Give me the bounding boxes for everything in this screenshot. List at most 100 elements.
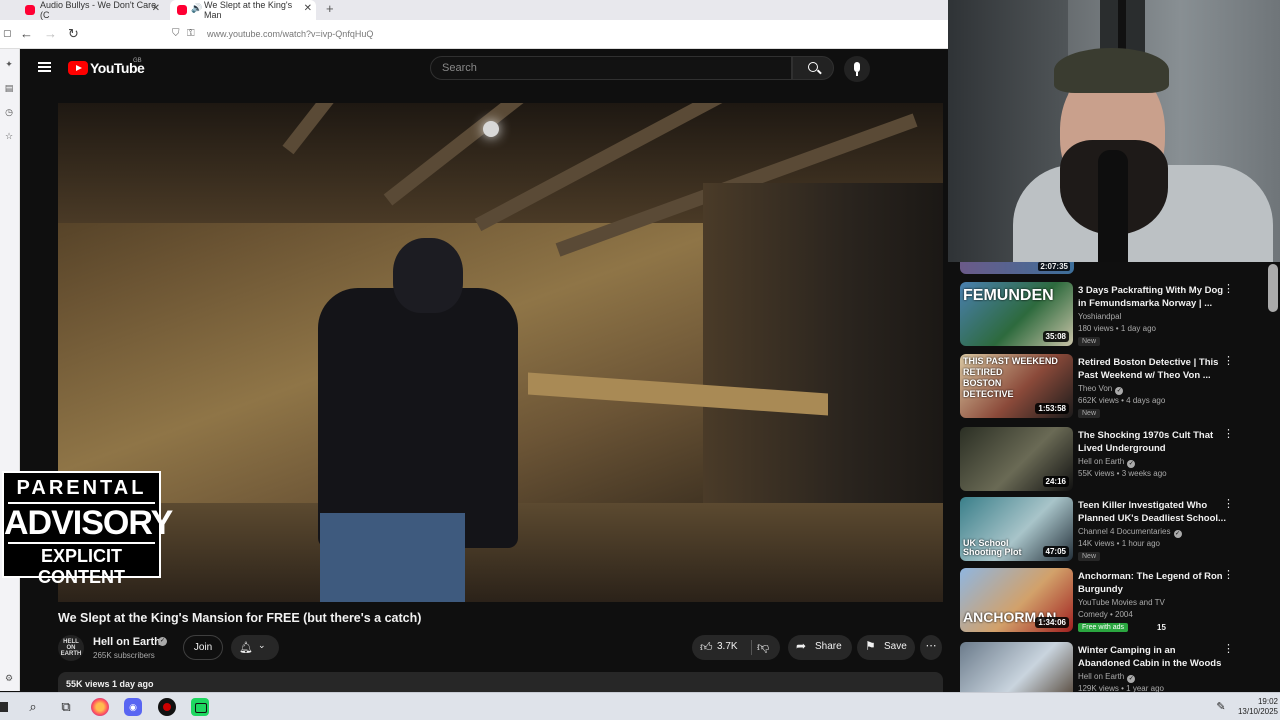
- obs-icon[interactable]: [158, 698, 176, 716]
- speaker-icon[interactable]: 🔊: [191, 3, 202, 14]
- suggested-video-card[interactable]: ANCHORMAN 1:34:06 Anchorman: The Legend of…: [960, 568, 1260, 634]
- more-options-icon[interactable]: ⋮: [1223, 354, 1234, 367]
- reload-icon[interactable]: ↻: [68, 26, 79, 42]
- verified-check-icon: ✓: [158, 637, 167, 646]
- suggested-video-title[interactable]: 3 Days Packrafting With My Dog in Femund…: [1078, 284, 1226, 310]
- video-thumbnail[interactable]: [960, 642, 1073, 692]
- video-thumbnail[interactable]: FEMUNDEN 35:08: [960, 282, 1073, 346]
- voice-search-button[interactable]: [844, 56, 870, 82]
- suggested-video-card[interactable]: 24:16 The Shocking 1970s Cult That Lived …: [960, 427, 1260, 493]
- suggested-video-title[interactable]: Anchorman: The Legend of Ron Burgundy: [1078, 570, 1226, 596]
- menu-hamburger-icon[interactable]: [38, 62, 51, 72]
- channel-name[interactable]: Hell on Earth: [93, 636, 161, 648]
- age-rating: 15: [1157, 623, 1166, 632]
- browser-tab-active-video[interactable]: 🔊 We Slept at the King's Man ✕: [170, 0, 316, 20]
- address-bar[interactable]: ⛉ ⚿ www.youtube.com/watch?v=ivp-QnfqHuQ: [165, 25, 935, 45]
- channel-name[interactable]: Hell on Earth: [1078, 457, 1124, 466]
- channel-name[interactable]: Hell on Earth: [1078, 672, 1124, 681]
- close-tab-icon[interactable]: ✕: [304, 3, 312, 14]
- shield-icon[interactable]: ⛉: [172, 28, 180, 39]
- channel-name[interactable]: Yoshiandpal: [1078, 312, 1121, 321]
- notifications-button[interactable]: 🔔︎ ⌄: [231, 635, 279, 660]
- settings-gear-icon[interactable]: ⚙: [4, 673, 14, 683]
- url-text[interactable]: www.youtube.com/watch?v=ivp-QnfqHuQ: [207, 29, 373, 39]
- divider: [751, 640, 752, 655]
- forward-arrow-icon[interactable]: →: [44, 26, 57, 41]
- suggested-video-title[interactable]: Retired Boston Detective | This Past Wee…: [1078, 356, 1226, 382]
- suggested-video-card[interactable]: FEMUNDEN 35:08 3 Days Packrafting With My …: [960, 282, 1260, 348]
- join-button[interactable]: Join: [183, 635, 223, 660]
- suggested-video-channel[interactable]: Hell on Earth ✓: [1078, 457, 1136, 468]
- suggested-video-channel[interactable]: Yoshiandpal: [1078, 312, 1121, 321]
- close-tab-icon[interactable]: ✕: [152, 3, 160, 14]
- system-clock[interactable]: 19:02 13/10/2025: [1232, 697, 1278, 717]
- suggested-video-card[interactable]: THIS PAST WEEKEND RETIRED BOSTON DETECTI…: [960, 354, 1260, 420]
- video-thumbnail[interactable]: THIS PAST WEEKEND RETIRED BOSTON DETECTI…: [960, 354, 1073, 418]
- video-thumbnail[interactable]: ANCHORMAN 1:34:06: [960, 568, 1073, 632]
- suggested-video-channel[interactable]: YouTube Movies and TV: [1078, 598, 1165, 607]
- suggested-video-card[interactable]: UK School Shooting Plot 47:05 Teen Killer …: [960, 497, 1260, 563]
- favorites-icon[interactable]: ☆: [4, 131, 14, 141]
- thumbs-up-icon[interactable]: 👍︎: [700, 640, 713, 655]
- browser-tab-audio-bullys[interactable]: Audio Bullys - We Don't Care (C ✕: [18, 0, 164, 20]
- new-tab-button[interactable]: +: [326, 1, 334, 16]
- video-frame-person-legs: [320, 513, 465, 602]
- lock-icon[interactable]: ⚿: [187, 28, 195, 39]
- more-options-icon[interactable]: ⋮: [1223, 427, 1234, 440]
- suggested-video-channel[interactable]: Channel 4 Documentaries ✓: [1078, 527, 1182, 538]
- save-label: Save: [884, 641, 907, 652]
- webcam-overlay: [948, 0, 1280, 262]
- thumbs-down-icon[interactable]: 👎︎: [757, 640, 769, 655]
- video-thumbnail[interactable]: UK School Shooting Plot 47:05: [960, 497, 1073, 561]
- collections-icon[interactable]: ▤: [4, 83, 14, 93]
- channel-name[interactable]: Theo Von: [1078, 384, 1112, 393]
- suggested-video-meta: 55K views • 3 weeks ago: [1078, 469, 1167, 478]
- start-button[interactable]: [0, 698, 8, 716]
- youtube-header: YouTube GB Search: [20, 49, 948, 89]
- video-player[interactable]: [58, 103, 943, 602]
- firefox-icon[interactable]: [91, 698, 109, 716]
- save-button[interactable]: ⚑ Save: [857, 635, 915, 660]
- app-icon[interactable]: [191, 698, 209, 716]
- like-count[interactable]: 3.7K: [717, 641, 738, 652]
- suggested-video-channel[interactable]: Theo Von ✓: [1078, 384, 1124, 395]
- share-arrow-icon: ➦: [796, 639, 807, 653]
- suggested-video-title[interactable]: The Shocking 1970s Cult That Lived Under…: [1078, 429, 1226, 455]
- thumbnail-text: UK School Shooting Plot: [963, 538, 1022, 557]
- suggested-video-title[interactable]: Teen Killer Investigated Who Planned UK'…: [1078, 499, 1226, 525]
- more-options-icon[interactable]: ⋮: [1223, 642, 1234, 655]
- suggested-video-title[interactable]: Winter Camping in an Abandoned Cabin in …: [1078, 644, 1226, 670]
- history-icon[interactable]: ◷: [4, 107, 14, 117]
- channel-name[interactable]: YouTube Movies and TV: [1078, 598, 1165, 607]
- back-arrow-icon[interactable]: ←: [20, 26, 33, 41]
- search-input[interactable]: Search: [430, 56, 792, 80]
- browser-side-panel: ✦ ▤ ◷ ☆ ⚙: [0, 49, 20, 691]
- video-thumbnail[interactable]: 24:16: [960, 427, 1073, 491]
- more-actions-button[interactable]: ⋯: [920, 635, 942, 660]
- search-icon[interactable]: ⌕: [24, 698, 42, 716]
- parental-advisory-logo: PARENTAL ADVISORY EXPLICIT CONTENT: [2, 471, 173, 587]
- youtube-logo-icon[interactable]: [68, 61, 88, 75]
- pin-icon[interactable]: ✦: [4, 59, 14, 69]
- clock-date: 13/10/2025: [1237, 707, 1278, 716]
- bookmark-icon: ⚑: [865, 639, 876, 653]
- chevron-down-icon: ⌄: [258, 640, 266, 650]
- more-options-icon[interactable]: ⋮: [1223, 497, 1234, 510]
- description-box[interactable]: 55K views 1 day ago: [58, 672, 943, 692]
- share-button[interactable]: ➦ Share: [788, 635, 852, 660]
- search-button[interactable]: [792, 56, 834, 80]
- suggested-video-card[interactable]: Winter Camping in an Abandoned Cabin in …: [960, 642, 1260, 692]
- advisory-line-3: EXPLICIT CONTENT: [8, 542, 155, 588]
- sidebar-toggle-icon[interactable]: ▢: [3, 28, 12, 39]
- pen-icon[interactable]: ✎: [1212, 698, 1230, 716]
- more-options-icon[interactable]: ⋮: [1223, 282, 1234, 295]
- sidebar-scrollbar[interactable]: [1268, 264, 1278, 312]
- task-view-icon[interactable]: ⧉: [57, 698, 75, 716]
- suggested-video-thumbnail-partial[interactable]: 2:07:35: [960, 262, 1074, 274]
- views-and-date: 55K views 1 day ago: [66, 679, 154, 689]
- suggested-video-channel[interactable]: Hell on Earth ✓: [1078, 672, 1136, 683]
- discord-icon[interactable]: ◉: [124, 698, 142, 716]
- channel-avatar[interactable]: HELL ON EARTH: [58, 635, 84, 661]
- channel-name[interactable]: Channel 4 Documentaries: [1078, 527, 1171, 536]
- more-options-icon[interactable]: ⋮: [1223, 568, 1234, 581]
